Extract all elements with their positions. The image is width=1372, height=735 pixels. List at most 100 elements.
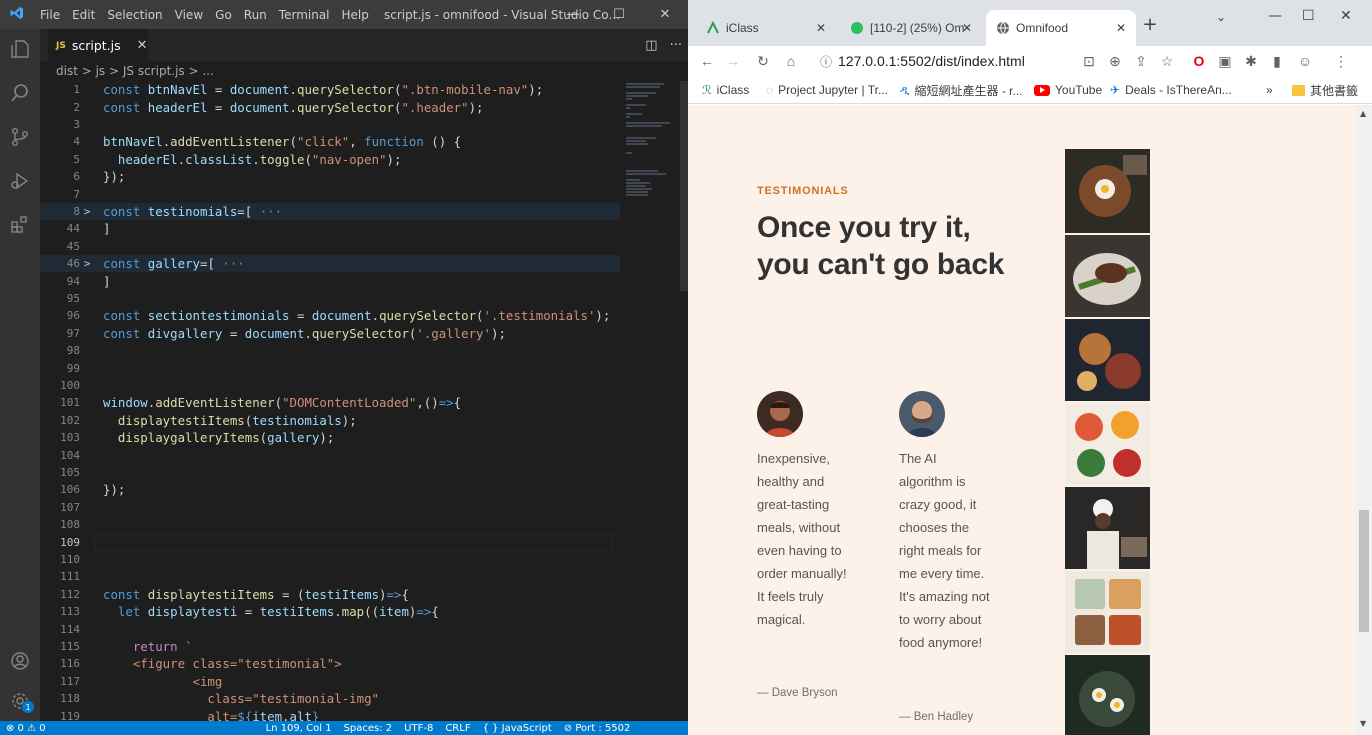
menu-item[interactable]: File — [34, 8, 66, 22]
tab-search-icon[interactable]: ⌄ — [1216, 10, 1226, 24]
code-line[interactable]: 107 — [40, 499, 620, 516]
bookmark-star-icon[interactable]: ☆ — [1154, 46, 1180, 76]
info-icon[interactable]: ⓘ — [820, 53, 832, 70]
code-line[interactable]: 94] — [40, 272, 620, 289]
run-debug-icon[interactable] — [0, 161, 40, 201]
code-line[interactable]: 117 <img — [40, 673, 620, 690]
opera-extension-icon[interactable]: O — [1186, 46, 1212, 76]
close-tab-icon[interactable]: ✕ — [137, 38, 148, 53]
menu-item[interactable]: Go — [209, 8, 238, 22]
code-line[interactable]: 106}); — [40, 481, 620, 498]
source-control-icon[interactable] — [0, 117, 40, 157]
code-line[interactable]: 44] — [40, 220, 620, 237]
code-line[interactable]: 113 let displaytesti = testiItems.map((i… — [40, 603, 620, 620]
bookmark-deals[interactable]: ✈ Deals - IsThereAn... — [1110, 76, 1232, 104]
code-line[interactable]: 102 displaytestiItems(testinomials); — [40, 412, 620, 429]
new-tab-button[interactable]: + — [1138, 12, 1162, 36]
code-line[interactable]: 109 — [40, 533, 620, 551]
profile-avatar[interactable]: ☺ — [1292, 46, 1318, 76]
code-line[interactable]: 4 btnNavEl.addEventListener("click", func… — [40, 133, 620, 150]
address-bar[interactable]: ⓘ 127.0.0.1:5502/dist/index.html — [820, 46, 1025, 76]
explorer-icon[interactable] — [0, 29, 40, 69]
code-line[interactable]: 104 — [40, 446, 620, 463]
code-line[interactable]: 95 — [40, 290, 620, 307]
cursor-position[interactable]: Ln 109, Col 1 — [260, 723, 338, 734]
close-button[interactable]: ✕ — [1340, 8, 1352, 24]
code-line[interactable]: 119 alt=${item.alt} — [40, 707, 620, 721]
other-bookmarks[interactable]: 其他書籤 — [1292, 76, 1358, 104]
code-line[interactable]: 96 const sectiontestimonials = document.q… — [40, 307, 620, 324]
breadcrumb[interactable]: dist > js > JS script.js > ... — [40, 61, 688, 81]
code-line[interactable]: 101 window.addEventListener("DOMContentLo… — [40, 394, 620, 411]
close-button[interactable]: ✕ — [642, 0, 688, 29]
scroll-down-icon[interactable]: ▼ — [1360, 719, 1366, 728]
code-line[interactable]: 2 const headerEl = document.querySelector… — [40, 98, 620, 115]
fold-chevron-icon[interactable]: > — [80, 205, 94, 218]
menu-item[interactable]: Terminal — [273, 8, 336, 22]
problems-indicator[interactable]: ⊗ 0 ⚠ 0 — [0, 723, 52, 734]
indentation[interactable]: Spaces: 2 — [338, 723, 399, 734]
code-line[interactable]: 111 — [40, 568, 620, 585]
browser-tab-iclass[interactable]: iClass ✕ — [696, 10, 836, 46]
browser-tab-evernote[interactable]: [110-2] (25%) Om ✕ — [840, 10, 982, 46]
chrome-menu-icon[interactable]: ⋮ — [1328, 46, 1354, 76]
extensions-icon[interactable] — [0, 205, 40, 245]
code-line[interactable]: 97 const divgallery = document.querySelec… — [40, 325, 620, 342]
menu-item[interactable]: Edit — [66, 8, 101, 22]
menu-item[interactable]: Run — [238, 8, 273, 22]
language-mode[interactable]: { } JavaScript — [477, 723, 558, 734]
split-editor-icon[interactable]: ◫ — [645, 38, 657, 53]
code-line[interactable]: 112 const displaytestiItems = (testiItems… — [40, 586, 620, 603]
reload-icon[interactable]: ↻ — [750, 46, 776, 76]
bookmark-jupyter[interactable]: ◌ Project Jupyter | Tr... — [766, 76, 888, 104]
close-tab-icon[interactable]: ✕ — [1116, 21, 1126, 35]
share-icon[interactable]: ⇪ — [1128, 46, 1154, 76]
code-line[interactable]: 115 return ` — [40, 638, 620, 655]
menu-item[interactable]: Help — [336, 8, 375, 22]
code-line[interactable]: 100 — [40, 377, 620, 394]
menu-item[interactable]: Selection — [101, 8, 168, 22]
code-line[interactable]: 5 headerEl.classList.toggle("nav-open"); — [40, 151, 620, 168]
side-panel-icon[interactable]: ▮ — [1264, 46, 1290, 76]
close-tab-icon[interactable]: ✕ — [962, 21, 972, 35]
browser-tab-omnifood[interactable]: Omnifood ✕ — [986, 10, 1136, 46]
manage-gear-icon[interactable]: 1 — [0, 681, 40, 721]
back-icon[interactable]: ← — [694, 46, 720, 76]
code-line[interactable]: 98 — [40, 342, 620, 359]
minimap[interactable] — [620, 81, 680, 721]
extension-icon[interactable]: ▣ — [1212, 46, 1238, 76]
code-line[interactable]: 110 — [40, 551, 620, 568]
page-scrollbar[interactable]: ▲ ▼ — [1356, 105, 1372, 735]
extensions-puzzle-icon[interactable]: ✱ — [1238, 46, 1264, 76]
bookmark-reurl[interactable]: ዲ 縮短網址產生器 - r... — [900, 76, 1023, 104]
code-line[interactable]: 46 > const gallery=[ ··· — [40, 255, 620, 273]
code-line[interactable]: 8 > const testinomials=[ ··· — [40, 202, 620, 221]
code-line[interactable]: 7 — [40, 185, 620, 202]
close-tab-icon[interactable]: ✕ — [816, 21, 826, 35]
fold-chevron-icon[interactable]: > — [80, 257, 94, 270]
encoding[interactable]: UTF-8 — [398, 723, 439, 734]
menu-item[interactable]: View — [169, 8, 209, 22]
code-editor[interactable]: 1 const btnNavEl = document.querySelector… — [40, 81, 620, 721]
code-line[interactable]: 1 const btnNavEl = document.querySelector… — [40, 81, 620, 98]
bookmark-youtube[interactable]: YouTube — [1034, 76, 1102, 104]
code-line[interactable]: 105 — [40, 464, 620, 481]
more-actions-icon[interactable]: ··· — [670, 38, 682, 53]
scroll-up-icon[interactable]: ▲ — [1360, 109, 1366, 118]
code-line[interactable]: 3 — [40, 116, 620, 133]
more-bookmarks-button[interactable]: » — [1266, 76, 1273, 104]
line-ending[interactable]: CRLF — [439, 723, 476, 734]
home-icon[interactable]: ⌂ — [778, 46, 804, 76]
code-line[interactable]: 116 <figure class="testimonial"> — [40, 655, 620, 672]
maximize-button[interactable]: ☐ — [1302, 8, 1315, 24]
live-server-port[interactable]: ⊘ Port : 5502 — [558, 723, 637, 734]
scrollbar-thumb[interactable] — [1359, 510, 1369, 632]
code-line[interactable]: 6}); — [40, 168, 620, 185]
code-line[interactable]: 45 — [40, 238, 620, 255]
minimize-button[interactable]: — — [550, 0, 596, 29]
bookmark-iclass[interactable]: ℛ iClass — [702, 76, 749, 104]
code-line[interactable]: 108 — [40, 516, 620, 533]
code-line[interactable]: 99 — [40, 359, 620, 376]
forward-icon[interactable]: → — [720, 46, 746, 76]
code-line[interactable]: 103 displaygalleryItems(gallery); — [40, 429, 620, 446]
